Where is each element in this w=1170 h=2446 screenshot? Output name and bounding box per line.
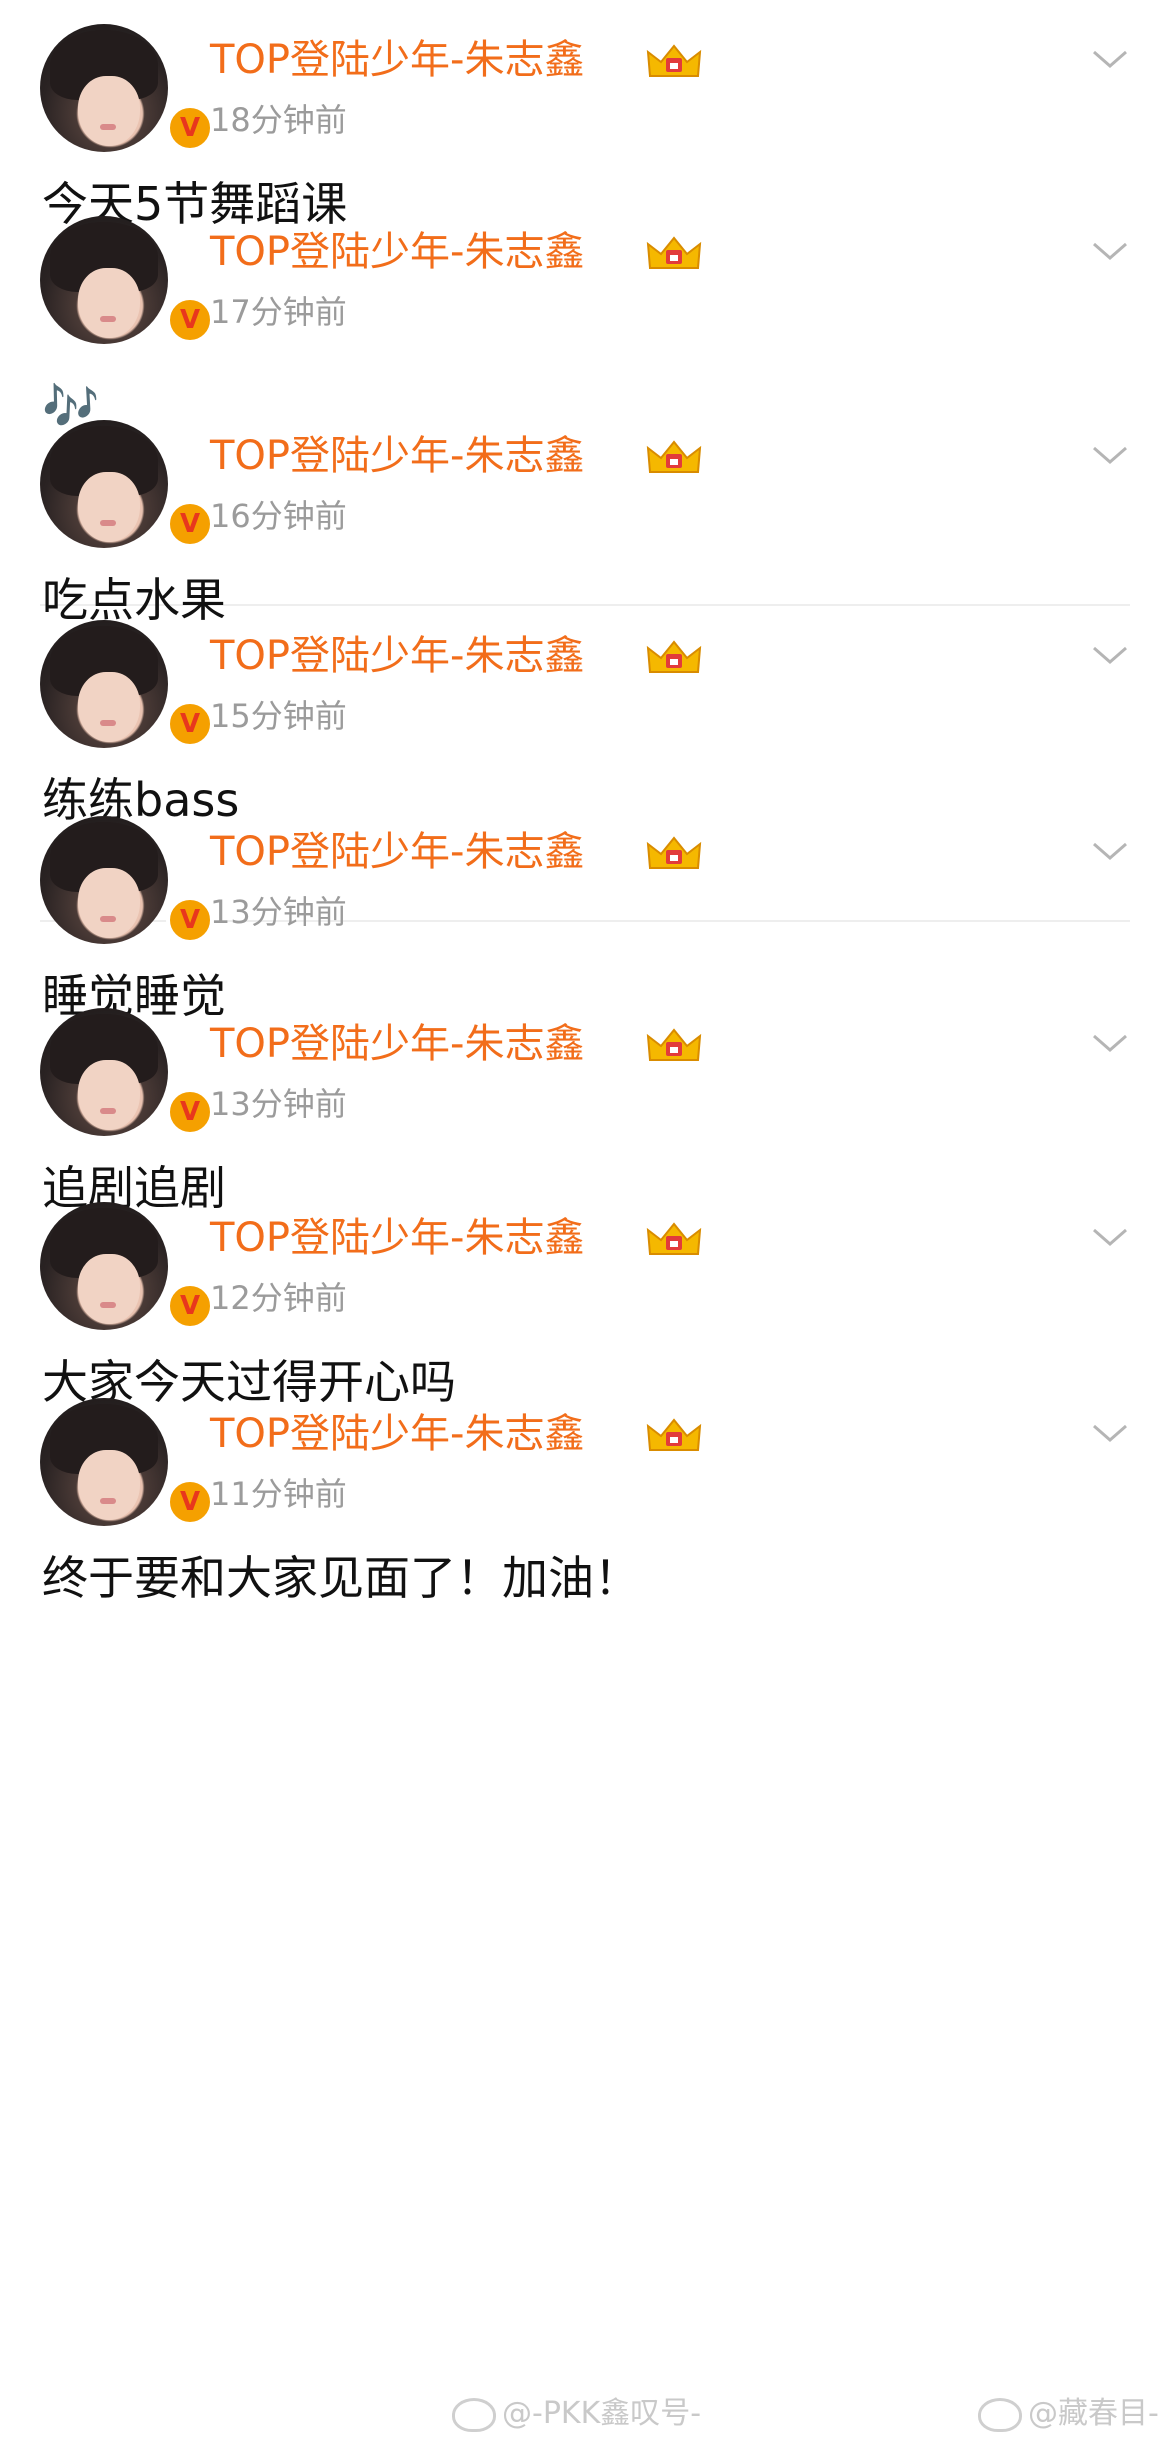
watermark-text: @藏春目- [1028, 2396, 1159, 2431]
watermark: @-PKK鑫叹号- [452, 2394, 701, 2434]
chevron-down-icon[interactable] [1090, 642, 1130, 670]
verified-badge-icon: V [166, 896, 214, 944]
chevron-down-icon[interactable] [1090, 838, 1130, 866]
crown-icon [646, 236, 702, 269]
crown-icon [646, 1418, 702, 1451]
username[interactable]: TOP登陆少年-朱志鑫 [210, 1018, 584, 1070]
post-time: 12分钟前 [210, 1279, 347, 1317]
verified-badge-icon: V [166, 104, 214, 152]
post-content: 终于要和大家见面了！加油！ [42, 1551, 640, 1605]
chevron-down-icon[interactable] [1090, 1030, 1130, 1058]
post-content: 吃点水果 [42, 573, 226, 627]
weibo-icon [978, 2397, 1022, 2432]
username[interactable]: TOP登陆少年-朱志鑫 [210, 1212, 584, 1264]
avatar[interactable]: V [40, 1008, 214, 1136]
post-time: 13分钟前 [210, 1085, 347, 1123]
crown-icon [646, 44, 702, 77]
chevron-down-icon[interactable] [1090, 238, 1130, 266]
verified-badge-icon: V [166, 1282, 214, 1330]
avatar[interactable]: V [40, 620, 214, 748]
verified-badge-icon: V [166, 1478, 214, 1526]
chevron-down-icon[interactable] [1090, 442, 1130, 470]
verified-badge-icon: V [166, 296, 214, 344]
chevron-down-icon[interactable] [1090, 46, 1130, 74]
crown-icon [646, 440, 702, 473]
username[interactable]: TOP登陆少年-朱志鑫 [210, 34, 584, 86]
post-time: 11分钟前 [210, 1475, 347, 1513]
crown-icon [646, 1222, 702, 1255]
verified-badge-icon: V [166, 500, 214, 548]
username[interactable]: TOP登陆少年-朱志鑫 [210, 826, 584, 878]
avatar[interactable]: V [40, 420, 214, 548]
avatar[interactable]: V [40, 216, 214, 344]
avatar[interactable]: V [40, 24, 214, 152]
post-time: 13分钟前 [210, 893, 347, 931]
post-time: 16分钟前 [210, 497, 347, 535]
verified-badge-icon: V [166, 700, 214, 748]
username[interactable]: TOP登陆少年-朱志鑫 [210, 1408, 584, 1460]
verified-badge-icon: V [166, 1088, 214, 1136]
post-content: 练练bass [42, 773, 240, 827]
crown-icon [646, 1028, 702, 1061]
post-time: 15分钟前 [210, 697, 347, 735]
crown-icon [646, 836, 702, 869]
watermark: @藏春目- [978, 2394, 1159, 2434]
chevron-down-icon[interactable] [1090, 1420, 1130, 1448]
avatar[interactable]: V [40, 1398, 214, 1526]
avatar[interactable]: V [40, 1202, 214, 1330]
avatar[interactable]: V [40, 816, 214, 944]
watermark-text: @-PKK鑫叹号- [502, 2396, 702, 2431]
crown-icon [646, 640, 702, 673]
username[interactable]: TOP登陆少年-朱志鑫 [210, 430, 584, 482]
post-time: 18分钟前 [210, 101, 347, 139]
username[interactable]: TOP登陆少年-朱志鑫 [210, 226, 584, 278]
post-time: 17分钟前 [210, 293, 347, 331]
username[interactable]: TOP登陆少年-朱志鑫 [210, 630, 584, 682]
weibo-icon [452, 2397, 496, 2432]
chevron-down-icon[interactable] [1090, 1224, 1130, 1252]
